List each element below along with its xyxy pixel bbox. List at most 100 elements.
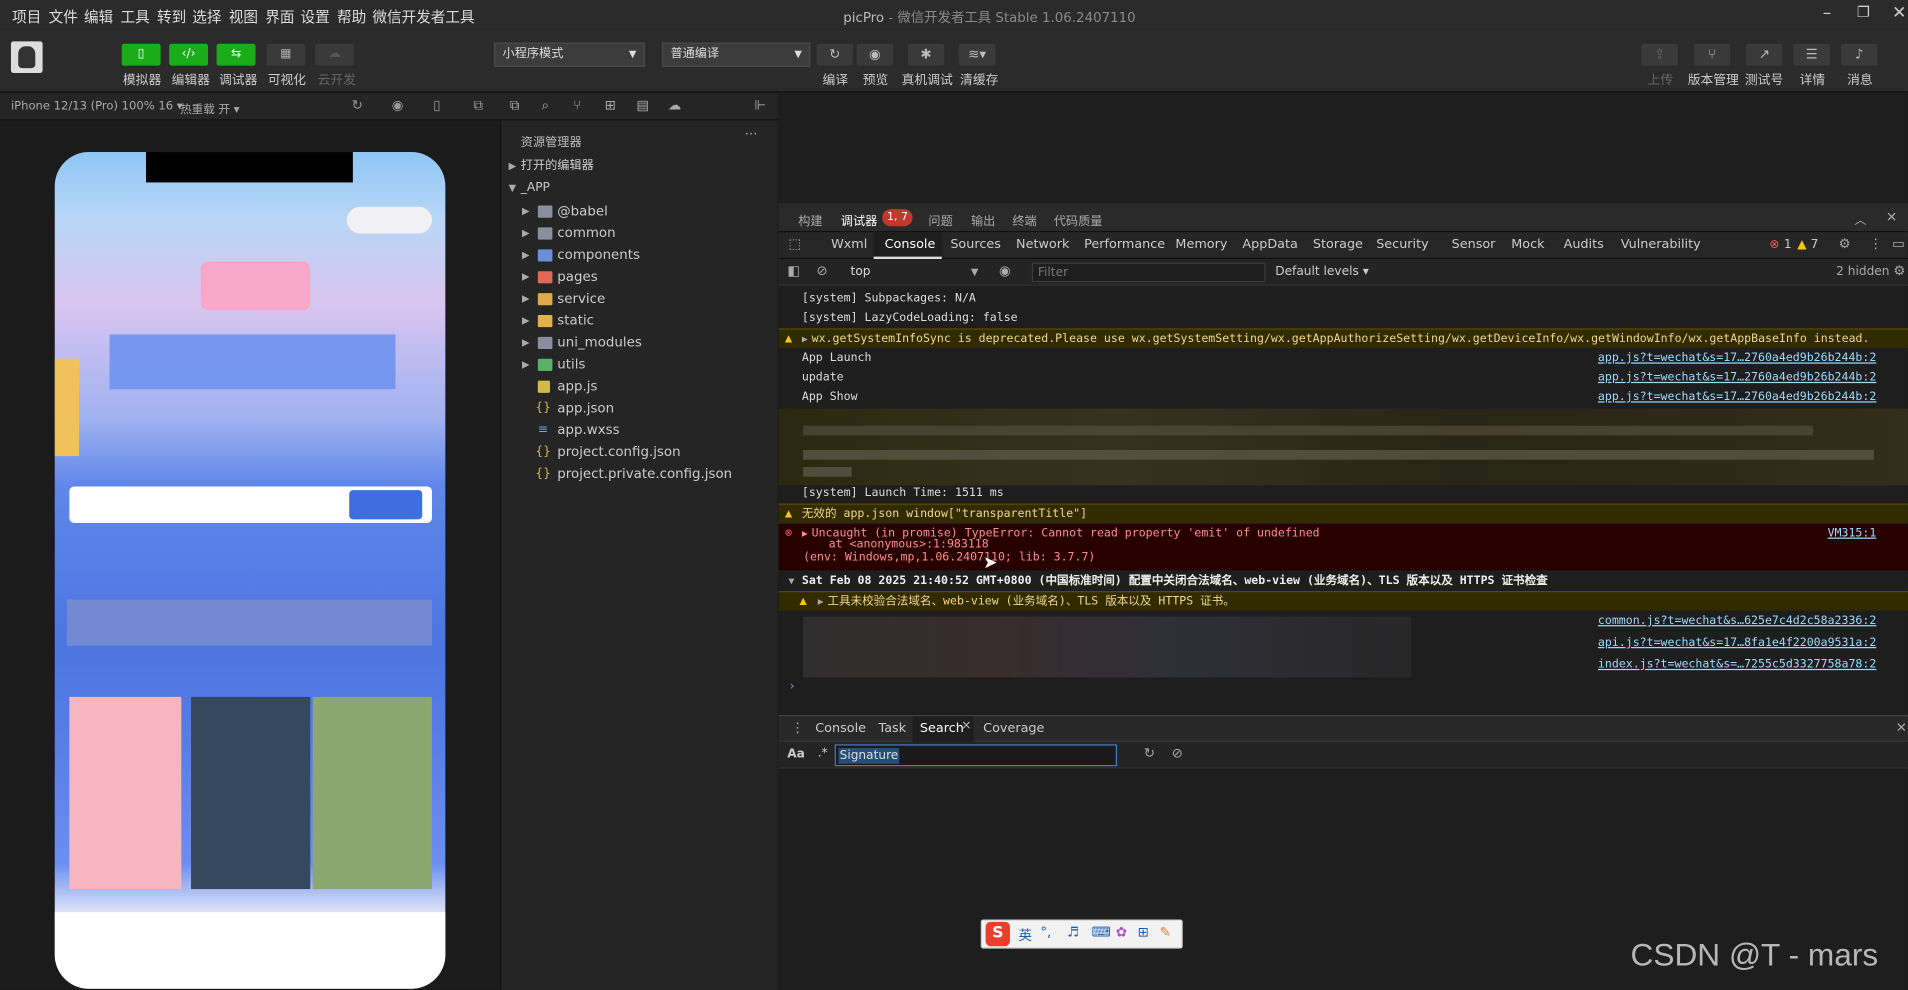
popout-icon[interactable]: ⧉	[473, 97, 483, 114]
folder-item[interactable]: ▶ utils	[501, 354, 778, 376]
menu-help[interactable]: 帮助	[337, 6, 366, 27]
close-icon[interactable]: ✕	[1892, 4, 1906, 23]
cloud-icon[interactable]: ☁	[668, 97, 681, 113]
visual-toggle-button[interactable]: ▦	[266, 43, 306, 66]
sidebar-toggle-icon[interactable]: ◧	[787, 263, 800, 279]
clear-console-icon[interactable]: ⊘	[816, 263, 827, 279]
source-link[interactable]: app.js?t=wechat&s=17…2760a4ed9b26b244b:2	[1598, 369, 1876, 388]
warning-line[interactable]: ▲ ▶ 工具未校验合法域名、web-view (业务域名)、TLS 版本以及 HTT…	[778, 591, 1908, 611]
folder-item[interactable]: ▶ components	[501, 244, 778, 266]
inspect-icon[interactable]: ⬚	[788, 236, 801, 252]
search-input[interactable]: Signature	[834, 744, 1118, 767]
mode-select[interactable]: 小程序模式 ▼	[494, 42, 645, 67]
context-select[interactable]: top ▼	[842, 261, 981, 283]
menu-view[interactable]: 视图	[229, 6, 258, 27]
kebab-icon[interactable]: ⋮	[791, 720, 804, 736]
folder-item[interactable]: ▶ common	[501, 223, 778, 245]
card-image-1[interactable]	[69, 696, 182, 890]
simulator-toggle-button[interactable]: ▯	[121, 43, 161, 66]
tab-terminal[interactable]: 终端	[1012, 210, 1036, 228]
tab-code-quality[interactable]: 代码质量	[1054, 210, 1103, 228]
menu-file[interactable]: 文件	[49, 6, 78, 27]
keyboard-icon[interactable]: ⌨	[1091, 924, 1110, 940]
files-icon[interactable]: ⧉	[510, 97, 520, 114]
tab-vulnerability[interactable]: Vulnerability	[1621, 237, 1701, 252]
tab-problems[interactable]: 问题	[928, 210, 952, 228]
phone-screen[interactable]	[54, 152, 446, 989]
search-icon[interactable]: ⌕	[541, 97, 549, 114]
close-tab-icon[interactable]: ✕	[961, 720, 971, 733]
apps-grid-icon[interactable]: ⊞	[1138, 924, 1149, 940]
dock-icon[interactable]: ▭	[1892, 236, 1905, 252]
levels-select[interactable]: Default levels ▾	[1275, 265, 1369, 278]
match-case-toggle[interactable]: Aa	[787, 748, 805, 761]
refresh-icon[interactable]: ↻	[1144, 746, 1155, 762]
test-account-button[interactable]: ↗	[1746, 43, 1783, 66]
menu-select[interactable]: 选择	[192, 6, 221, 27]
debugger-toggle-button[interactable]: ⇆	[216, 43, 256, 66]
tab-memory[interactable]: Memory	[1175, 237, 1227, 252]
search-button[interactable]	[349, 490, 423, 520]
source-link[interactable]: VM315:1	[1828, 524, 1877, 543]
tab-sensor[interactable]: Sensor	[1452, 237, 1496, 252]
menu-devtools[interactable]: 微信开发者工具	[372, 6, 474, 27]
tab-console[interactable]: Console	[885, 237, 936, 252]
card-image-3[interactable]	[312, 696, 432, 890]
ime-toolbar[interactable]: S 英 °, ♬ ⌨ ✿ ⊞ ✎	[980, 919, 1183, 949]
warning-line[interactable]: ▲ ▶ wx.getSystemInfoSync is deprecated.Ple…	[778, 328, 1908, 348]
drawer-tab-task[interactable]: Task	[879, 721, 907, 736]
file-item[interactable]: {} app.json	[501, 398, 778, 420]
clear-icon[interactable]: ⊘	[1172, 746, 1183, 762]
filter-input[interactable]	[1031, 262, 1266, 283]
console-prompt[interactable]: ›	[779, 677, 1908, 696]
tools-icon[interactable]: ✎	[1160, 924, 1171, 940]
menu-settings[interactable]: 设置	[301, 6, 330, 27]
git-icon[interactable]: ⑂	[573, 97, 581, 113]
tab-sources[interactable]: Sources	[950, 237, 1001, 252]
open-editors-section[interactable]: ▶ 打开的编辑器	[501, 156, 778, 178]
collapse-icon[interactable]: ︿	[1854, 209, 1866, 227]
drawer-tab-console[interactable]: Console	[815, 721, 866, 736]
folder-item[interactable]: ▶ static	[501, 310, 778, 332]
tab-audits[interactable]: Audits	[1564, 237, 1604, 252]
stop-icon[interactable]: ◉	[392, 97, 404, 113]
menu-ui[interactable]: 界面	[265, 6, 294, 27]
ime-language[interactable]: 英	[1018, 926, 1031, 945]
clear-cache-button[interactable]: ≋▾	[958, 43, 996, 66]
storage-icon[interactable]: ▤	[636, 97, 649, 113]
source-link[interactable]: common.js?t=wechat&s…625e7c4d2c58a2336:2	[1598, 612, 1876, 631]
eye-icon[interactable]: ◉	[999, 263, 1011, 279]
menu-tools[interactable]: 工具	[120, 6, 149, 27]
drawer-tab-coverage[interactable]: Coverage	[983, 721, 1044, 736]
menu-project[interactable]: 项目	[12, 6, 41, 27]
more-icon[interactable]: ···	[745, 126, 758, 142]
file-item[interactable]: {} project.config.json	[501, 441, 778, 463]
drawer-tab-search[interactable]: Search	[920, 721, 964, 736]
menu-edit[interactable]: 编辑	[84, 6, 113, 27]
real-debug-button[interactable]: ✱	[907, 43, 945, 66]
source-link[interactable]: index.js?t=wechat&s=…7255c5d3327758a78:2	[1598, 656, 1876, 675]
tab-storage[interactable]: Storage	[1313, 237, 1363, 252]
source-link[interactable]: app.js?t=wechat&s=17…2760a4ed9b26b244b:2	[1598, 388, 1876, 407]
group-line[interactable]: ▼ Sat Feb 08 2025 21:40:52 GMT+0800 (中国标准…	[779, 572, 1908, 591]
source-link[interactable]: app.js?t=wechat&s=17…2760a4ed9b26b244b:2	[1598, 349, 1876, 368]
hotreload-select[interactable]: 热重载 开 ▾	[180, 100, 239, 116]
gear-icon[interactable]: ⚙	[1893, 263, 1905, 279]
split-icon[interactable]: ⊩	[754, 97, 766, 113]
phone-icon[interactable]: ▯	[433, 97, 440, 113]
folder-item[interactable]: ▶ service	[501, 288, 778, 310]
preview-button[interactable]: ◉	[856, 43, 894, 66]
tab-debugger[interactable]: 调试器	[841, 210, 878, 228]
close-icon[interactable]: ✕	[1886, 209, 1897, 225]
microphone-icon[interactable]: ♬	[1067, 924, 1079, 940]
card-image-2[interactable]	[191, 696, 311, 890]
tab-build[interactable]: 构建	[798, 210, 822, 228]
tab-network[interactable]: Network	[1016, 237, 1069, 252]
rotate-icon[interactable]: ↻	[352, 97, 363, 113]
tab-performance[interactable]: Performance	[1084, 237, 1165, 252]
root-folder[interactable]: ▼ _APP	[501, 178, 778, 200]
file-item[interactable]: {} project.private.config.json	[501, 463, 778, 485]
editor-toggle-button[interactable]: ‹/›	[169, 43, 209, 66]
warning-count-icon[interactable]: ▲	[1797, 238, 1806, 251]
regex-toggle[interactable]: .*	[818, 747, 828, 760]
